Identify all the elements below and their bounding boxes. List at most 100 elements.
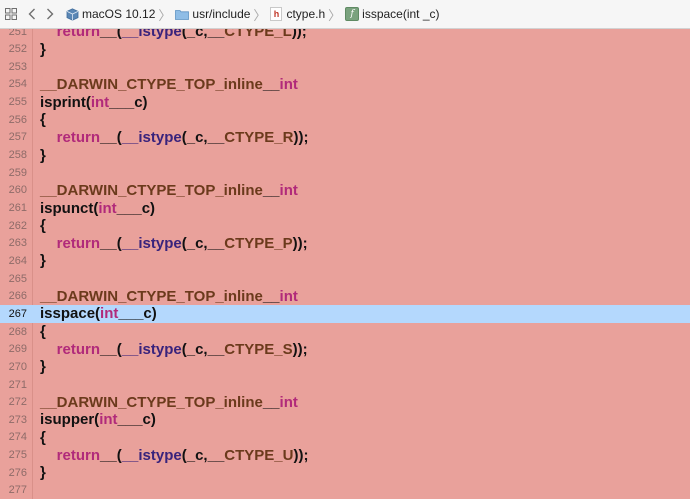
code-token: } xyxy=(40,464,46,482)
code-token: __ xyxy=(117,411,135,429)
code-line[interactable]: 253 xyxy=(0,58,690,76)
code-token: ispunct( xyxy=(40,199,99,217)
line-number: 260 xyxy=(8,184,27,197)
code-text: __DARWIN_CTYPE_TOP_inline__int xyxy=(40,288,298,305)
code-line[interactable]: 273 isupper(int___c) xyxy=(0,411,690,429)
code-text: } xyxy=(40,147,46,164)
code-token: __DARWIN_CTYPE_TOP_inline xyxy=(40,181,263,199)
code-line[interactable]: 272 __DARWIN_CTYPE_TOP_inline__int xyxy=(0,393,690,411)
code-line[interactable]: 269 return__(__istype(_c,__CTYPE_S)); xyxy=(0,340,690,358)
code-line[interactable]: 251 return__(__istype(_c,__CTYPE_L)); xyxy=(0,29,690,41)
breadcrumb-sdk[interactable]: macOS 10.12 xyxy=(65,0,155,29)
code-line[interactable]: 255 isprint(int___c) xyxy=(0,93,690,111)
code-text: __DARWIN_CTYPE_TOP_inline__int xyxy=(40,76,298,93)
code-line[interactable]: 264} xyxy=(0,252,690,270)
line-number: 258 xyxy=(8,149,27,162)
code-line[interactable]: 277 xyxy=(0,481,690,499)
code-text: isprint(int___c) xyxy=(40,94,148,111)
code-token: )); xyxy=(291,29,307,40)
code-token: { xyxy=(40,323,46,341)
line-number: 253 xyxy=(8,60,27,73)
code-token: _c) xyxy=(134,411,156,429)
code-line[interactable]: 274 { xyxy=(0,428,690,446)
code-line[interactable]: 263 return__(__istype(_c,__CTYPE_P)); xyxy=(0,234,690,252)
code-line[interactable]: 271 xyxy=(0,376,690,394)
line-number: 264 xyxy=(8,254,27,267)
code-token: } xyxy=(40,252,46,270)
breadcrumb-symbol[interactable]: f isspace(int _c) xyxy=(345,0,440,29)
code-token: CTYPE_U xyxy=(224,446,294,464)
line-number: 257 xyxy=(8,131,27,144)
code-token: int xyxy=(100,305,119,323)
line-number: 265 xyxy=(8,272,27,285)
breadcrumb-folder-label: usr/include xyxy=(192,7,251,21)
code-token: int xyxy=(90,93,110,111)
code-token: } xyxy=(40,40,46,58)
code-line[interactable]: 252} xyxy=(0,40,690,58)
code-line[interactable]: 260 __DARWIN_CTYPE_TOP_inline__int xyxy=(0,181,690,199)
code-text: return__(__istype(_c,__CTYPE_R)); xyxy=(40,128,309,146)
code-token: isupper( xyxy=(40,411,100,429)
code-line[interactable]: 270} xyxy=(0,358,690,376)
function-icon: f xyxy=(345,7,360,21)
code-token: __DARWIN_CTYPE_TOP_inline xyxy=(40,287,263,305)
chevron-left-icon[interactable] xyxy=(23,0,41,29)
line-number: 276 xyxy=(8,466,27,479)
code-token: _c) xyxy=(135,305,157,323)
line-number: 263 xyxy=(8,237,27,250)
chevron-right-icon[interactable] xyxy=(41,0,59,29)
code-token: __( xyxy=(100,446,122,464)
code-line[interactable]: 257 return__(__istype(_c,__CTYPE_R)); xyxy=(0,128,690,146)
code-line[interactable]: 259 xyxy=(0,164,690,182)
breadcrumb-file-label: ctype.h xyxy=(286,7,326,21)
code-line[interactable]: 254 __DARWIN_CTYPE_TOP_inline__int xyxy=(0,75,690,93)
code-token: } xyxy=(40,146,46,164)
code-text: return__(__istype(_c,__CTYPE_S)); xyxy=(40,341,308,358)
breadcrumb-file[interactable]: h ctype.h xyxy=(270,0,325,29)
code-text: { xyxy=(40,217,46,234)
line-number: 251 xyxy=(8,29,27,38)
code-token: __( xyxy=(100,128,122,146)
code-token: )); xyxy=(292,340,308,358)
current-code-line[interactable]: 267 isspace(int___c) xyxy=(0,304,690,323)
code-token: return xyxy=(56,446,101,464)
code-token: __DARWIN_CTYPE_TOP_inline xyxy=(40,393,263,411)
code-token: } xyxy=(40,358,46,376)
code-line[interactable]: 265 xyxy=(0,270,690,288)
code-token: CTYPE_S xyxy=(224,340,293,358)
code-token: return xyxy=(56,234,101,252)
code-line[interactable]: 268 { xyxy=(0,323,690,341)
code-text: } xyxy=(40,252,46,269)
code-token: (_c,__ xyxy=(181,340,225,358)
code-token: (_c,__ xyxy=(181,128,225,146)
code-token: CTYPE_P xyxy=(224,234,293,252)
code-line[interactable]: 275 return__(__istype(_c,__CTYPE_U)); xyxy=(0,446,690,464)
code-text: } xyxy=(40,41,46,58)
code-token: _c) xyxy=(125,93,148,111)
code-text: ispunct(int___c) xyxy=(40,200,155,217)
related-items-grid-icon[interactable] xyxy=(1,0,21,29)
code-line[interactable]: 266 __DARWIN_CTYPE_TOP_inline__int xyxy=(0,287,690,305)
jump-bar: macOS 10.12 〉 usr/include 〉 h ctype.h 〉 … xyxy=(0,0,690,29)
code-line[interactable]: 258} xyxy=(0,146,690,164)
code-token: CTYPE_R xyxy=(224,128,294,146)
source-editor[interactable]: 251 return__(__istype(_c,__CTYPE_L)); 252… xyxy=(0,29,690,499)
line-number: 268 xyxy=(8,325,27,338)
code-token: )); xyxy=(293,128,309,146)
code-text: __DARWIN_CTYPE_TOP_inline__int xyxy=(40,182,298,199)
code-token: (_c,__ xyxy=(181,446,225,464)
code-line[interactable]: 256 { xyxy=(0,111,690,129)
code-token: )); xyxy=(292,234,308,252)
code-token: return xyxy=(56,29,101,40)
breadcrumb-folder[interactable]: usr/include xyxy=(175,0,250,29)
code-token: __( xyxy=(100,340,122,358)
code-line[interactable]: 276} xyxy=(0,464,690,482)
sdk-box-icon xyxy=(65,7,79,21)
line-number: 256 xyxy=(8,113,27,126)
header-file-icon: h xyxy=(270,7,283,21)
code-line[interactable]: 261 ispunct(int___c) xyxy=(0,199,690,217)
code-line[interactable]: 262 { xyxy=(0,217,690,235)
